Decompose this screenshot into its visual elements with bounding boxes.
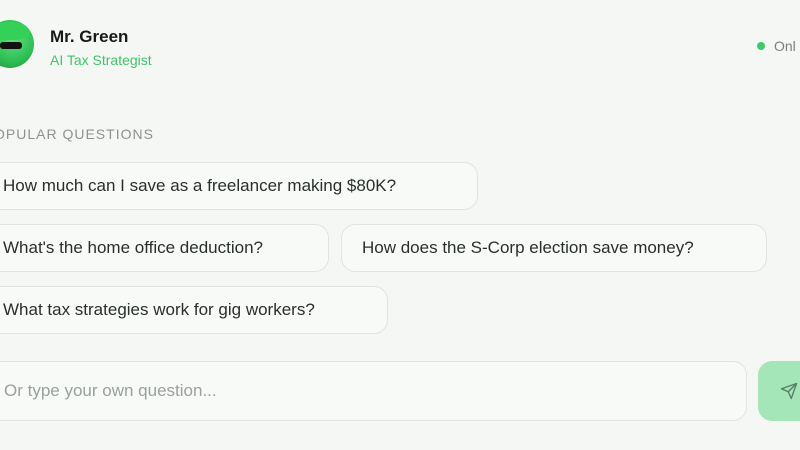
chat-header: Mr. Green AI Tax Strategist Onl (0, 0, 800, 96)
question-input[interactable] (0, 362, 746, 420)
avatar (0, 20, 34, 68)
question-chip-label: How much can I save as a freelancer maki… (3, 176, 397, 195)
question-chip[interactable]: What's the home office deduction? (0, 224, 329, 272)
question-chip[interactable]: How much can I save as a freelancer maki… (0, 162, 478, 210)
agent-role: AI Tax Strategist (50, 52, 152, 68)
question-chip[interactable]: What tax strategies work for gig workers… (0, 286, 388, 334)
send-icon (780, 382, 798, 400)
popular-questions-heading: OPULAR QUESTIONS (0, 126, 154, 142)
agent-name: Mr. Green (50, 27, 129, 46)
question-chip-label: How does the S-Corp election save money? (362, 238, 694, 257)
avatar-hat (0, 22, 30, 40)
avatar-glasses (0, 42, 22, 49)
question-input-container (0, 361, 747, 421)
send-button[interactable] (758, 361, 800, 421)
chat-app: Mr. Green AI Tax Strategist Onl OPULAR Q… (0, 0, 800, 450)
question-chip-label: What tax strategies work for gig workers… (3, 300, 315, 319)
question-chip[interactable]: How does the S-Corp election save money? (341, 224, 767, 272)
online-dot-icon (757, 42, 765, 50)
status-indicator: Onl (757, 38, 796, 54)
status-text: Onl (774, 38, 796, 54)
question-chip-label: What's the home office deduction? (3, 238, 263, 257)
